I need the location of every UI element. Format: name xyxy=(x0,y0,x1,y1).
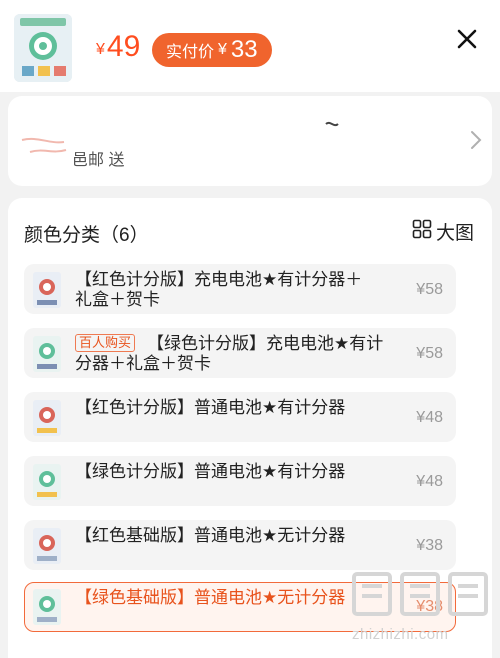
address-text: 邑邮 送 xyxy=(72,152,125,169)
sku-option-selected[interactable]: 【绿色基础版】普通电池★无计分器 ¥38 xyxy=(24,582,456,632)
popular-tag: 百人购买 xyxy=(75,334,136,352)
actual-price-label: 实付价 xyxy=(166,44,215,61)
actual-price-currency: ¥ xyxy=(218,41,227,58)
sku-thumbnail xyxy=(33,336,61,372)
sku-option-price: ¥48 xyxy=(416,473,443,490)
sku-option[interactable]: 百人购买 【绿色计分版】充电电池★有计分器＋礼盒＋贺卡 ¥58 xyxy=(24,328,456,378)
sku-section-title: 颜色分类（6） xyxy=(24,225,149,246)
sku-panel: 颜色分类（6） 大图 【红色计分版】充电电池★有计分器＋礼盒＋贺卡 ¥58 百人… xyxy=(8,198,492,658)
sku-option-price: ¥38 xyxy=(416,598,443,615)
sku-option[interactable]: 【红色计分版】普通电池★有计分器 ¥48 xyxy=(24,392,456,442)
actual-price-badge: 实付价 ¥ 33 xyxy=(152,33,272,67)
actual-price-value: 33 xyxy=(230,36,258,63)
chevron-right-icon xyxy=(470,130,482,155)
sku-thumbnail xyxy=(33,528,61,564)
product-thumbnail[interactable] xyxy=(14,14,72,82)
sku-option-name: 【绿色基础版】普通电池★无计分器 xyxy=(75,588,346,607)
address-card[interactable]: 邑邮 送 xyxy=(8,96,492,186)
sku-option-price: ¥38 xyxy=(416,537,443,554)
sku-thumbnail xyxy=(33,272,61,308)
big-view-toggle[interactable]: 大图 xyxy=(412,218,474,245)
price-currency: ¥ xyxy=(96,41,105,58)
sku-option-price: ¥58 xyxy=(416,345,443,362)
sku-option-name: 【红色计分版】普通电池★有计分器 xyxy=(75,398,346,417)
sku-option-name: 【红色基础版】普通电池★无计分器 xyxy=(75,526,346,545)
sku-thumbnail xyxy=(33,400,61,436)
sku-thumbnail xyxy=(33,589,61,625)
close-button[interactable] xyxy=(452,26,482,56)
sku-option[interactable]: 【红色基础版】普通电池★无计分器 ¥38 xyxy=(24,520,456,570)
original-price: ¥49 xyxy=(96,30,140,67)
sku-option[interactable]: 【红色计分版】充电电池★有计分器＋礼盒＋贺卡 ¥58 xyxy=(24,264,456,314)
price-value: 49 xyxy=(106,30,141,63)
big-view-label: 大图 xyxy=(436,223,475,244)
sku-thumbnail xyxy=(33,464,61,500)
product-header: ¥49 实付价 ¥ 33 xyxy=(0,0,500,92)
grid-icon xyxy=(412,219,432,245)
sku-option-name: 百人购买 【绿色计分版】充电电池★有计分器＋礼盒＋贺卡 xyxy=(75,334,385,374)
sku-option-price: ¥58 xyxy=(416,281,443,298)
sku-option-name: 【红色计分版】充电电池★有计分器＋礼盒＋贺卡 xyxy=(75,270,363,309)
sku-option[interactable]: 【绿色计分版】普通电池★有计分器 ¥48 xyxy=(24,456,456,506)
sku-option-price: ¥48 xyxy=(416,409,443,426)
sku-option-name: 【绿色计分版】普通电池★有计分器 xyxy=(75,462,346,481)
redaction-scribble xyxy=(21,121,339,153)
close-icon xyxy=(456,28,478,55)
